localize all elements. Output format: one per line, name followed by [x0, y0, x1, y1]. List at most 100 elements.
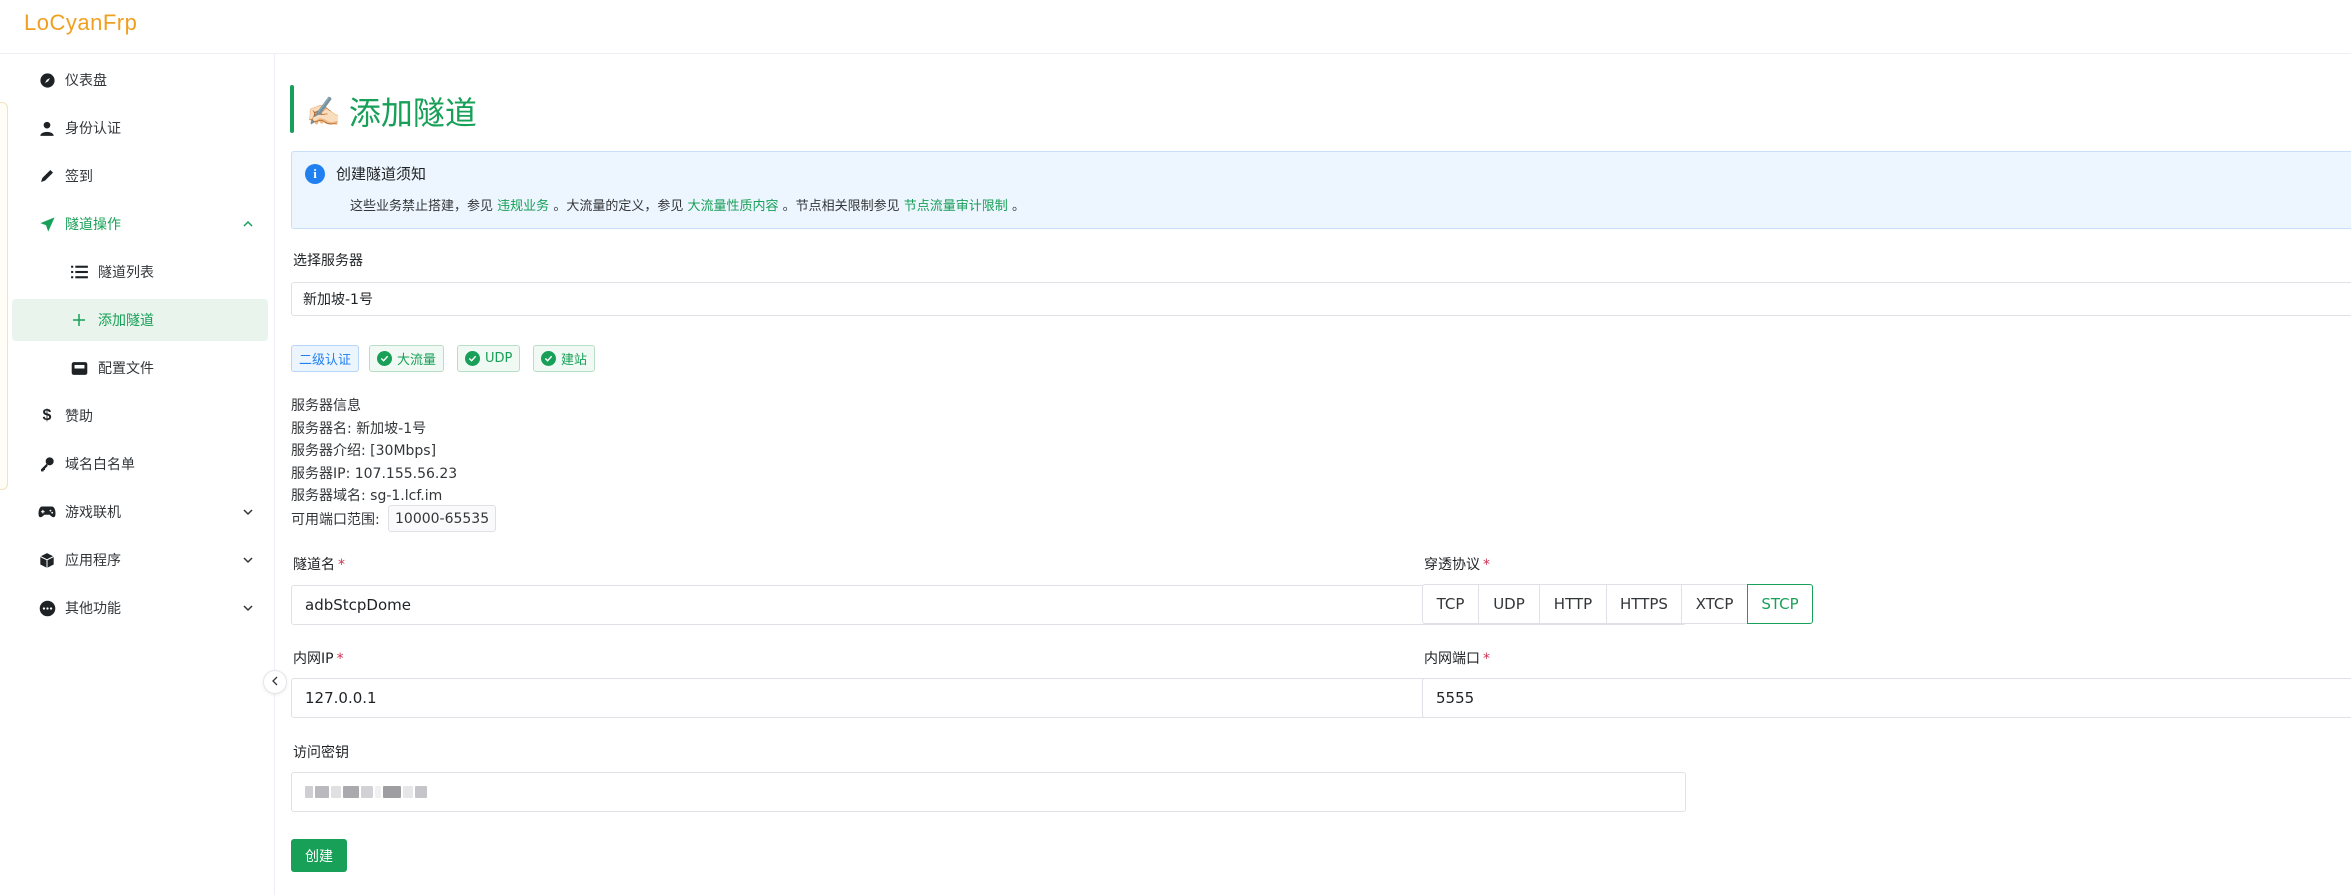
app-logo[interactable]: LoCyanFrp: [24, 10, 137, 36]
sidebar-item-dashboard[interactable]: 仪表盘: [12, 59, 268, 101]
pen-icon: [38, 167, 56, 185]
local-ip-value: 127.0.0.1: [305, 689, 377, 707]
plus-icon: [70, 311, 88, 329]
secret-input[interactable]: [291, 772, 1686, 812]
create-button[interactable]: 创建: [291, 839, 347, 872]
tag-high-traffic: 大流量: [369, 345, 445, 372]
sidebar-item-game[interactable]: 游戏联机: [12, 491, 268, 533]
notice-text: 。大流量的定义，参见: [553, 199, 684, 214]
page-title-accent: [290, 85, 294, 133]
chevron-down-icon: [242, 602, 254, 614]
check-circle-icon: [465, 351, 480, 366]
secret-label: 访问密钥: [293, 745, 349, 761]
sidebar-item-add-tunnel[interactable]: 添加隧道: [12, 299, 268, 341]
sidebar-item-apps[interactable]: 应用程序: [12, 539, 268, 581]
server-info-intro: 服务器介绍: [30Mbps]: [291, 443, 437, 459]
sidebar-item-other[interactable]: 其他功能: [12, 587, 268, 629]
notice-text: 这些业务禁止搭建，参见: [350, 199, 494, 214]
tag-label: UDP: [485, 351, 513, 366]
tag-label: 二级认证: [299, 353, 352, 368]
sidebar-item-label: 签到: [65, 169, 93, 185]
local-ip-label: 内网IP *: [293, 651, 344, 667]
gamepad-icon: [38, 503, 56, 521]
sidebar-item-domain-whitelist[interactable]: 域名白名单: [12, 443, 268, 485]
protocol-radio-group: TCP UDP HTTP HTTPS XTCP STCP: [1422, 584, 1813, 624]
server-info-ip: 服务器IP: 107.155.56.23: [291, 466, 458, 482]
page-title-text: 添加隧道: [348, 94, 477, 132]
chevron-down-icon: [242, 554, 254, 566]
check-circle-icon: [377, 351, 392, 366]
protocol-label: 穿透协议 *: [1424, 557, 1490, 573]
server-info-domain: 服务器域名: sg-1.lcf.im: [291, 488, 443, 504]
protocol-udp[interactable]: UDP: [1478, 584, 1540, 624]
info-icon: i: [305, 164, 325, 184]
page-title: ✍🏻 添加隧道: [306, 88, 477, 134]
server-info-port-label: 可用端口范围:: [291, 512, 380, 528]
check-circle-icon: [541, 351, 556, 366]
top-bar: LoCyanFrp: [0, 0, 2351, 54]
sidebar-item-label: 仪表盘: [65, 73, 107, 89]
notice-body: 这些业务禁止搭建，参见 违规业务 。大流量的定义，参见 大流量性质内容 。节点相…: [350, 195, 1025, 214]
notice-alert: i 创建隧道须知 这些业务禁止搭建，参见 违规业务 。大流量的定义，参见 大流量…: [291, 151, 2351, 229]
list-icon: [70, 263, 88, 281]
main-content: ✍🏻 添加隧道 i 创建隧道须知 这些业务禁止搭建，参见 违规业务 。大流量的定…: [276, 54, 2351, 895]
server-select[interactable]: 新加坡-1号: [291, 282, 2351, 316]
tag-udp: UDP: [457, 345, 521, 372]
tag-label: 建站: [561, 353, 588, 368]
sidebar-item-label: 隧道列表: [98, 265, 154, 281]
protocol-tcp[interactable]: TCP: [1422, 584, 1479, 624]
sidebar-item-label: 添加隧道: [98, 313, 154, 329]
protocol-xtcp[interactable]: XTCP: [1681, 584, 1748, 624]
sidebar-item-label: 配置文件: [98, 361, 154, 377]
dollar-icon: $: [42, 407, 52, 424]
server-info-heading: 服务器信息: [291, 398, 361, 414]
sidebar-item-label: 其他功能: [65, 601, 121, 617]
link-prohibited-services[interactable]: 违规业务: [497, 199, 549, 214]
sidebar-edge-strip: [0, 102, 8, 490]
sidebar-item-label: 隧道操作: [65, 217, 121, 233]
link-high-traffic[interactable]: 大流量性质内容: [687, 199, 778, 214]
chevron-up-icon: [242, 218, 254, 230]
notice-title: 创建隧道须知: [336, 165, 427, 183]
local-port-value: 5555: [1436, 689, 1475, 707]
sidebar-item-checkin[interactable]: 签到: [12, 155, 268, 197]
sidebar-item-tunnel-list[interactable]: 隧道列表: [12, 251, 268, 293]
port-range-chip: 10000-65535: [388, 505, 497, 532]
notice-text: 。: [1011, 199, 1025, 214]
local-port-input[interactable]: 5555: [1422, 678, 2351, 718]
sidebar-item-tunnel-ops[interactable]: 隧道操作: [12, 203, 268, 245]
tunnel-name-value: adbStcpDome: [305, 596, 411, 614]
tag-label: 大流量: [397, 353, 437, 368]
server-info-name: 服务器名: 新加坡-1号: [291, 421, 427, 437]
sidebar-item-label: 应用程序: [65, 553, 121, 569]
local-port-label: 内网端口 *: [1424, 651, 1490, 667]
key-icon: [38, 455, 56, 473]
sidebar: 仪表盘 身份认证 签到 隧道操作 隧道列表 添加隧道 配置文件 $ 赞助 域名白…: [0, 54, 275, 895]
sidebar-item-label: 赞助: [65, 409, 93, 425]
more-icon: [38, 599, 56, 617]
sidebar-item-identity[interactable]: 身份认证: [12, 107, 268, 149]
cube-icon: [38, 551, 56, 569]
tag-secondary-auth: 二级认证: [291, 345, 360, 372]
link-node-traffic-audit[interactable]: 节点流量审计限制: [904, 199, 1008, 214]
sidebar-item-label: 域名白名单: [65, 457, 135, 473]
required-mark: *: [1483, 557, 1490, 573]
protocol-https[interactable]: HTTPS: [1606, 584, 1682, 624]
secret-value-obscured: [305, 786, 427, 798]
sidebar-item-label: 身份认证: [65, 121, 121, 137]
protocol-stcp[interactable]: STCP: [1747, 584, 1813, 624]
sidebar-item-config-file[interactable]: 配置文件: [12, 347, 268, 389]
writing-hand-icon: ✍🏻: [306, 94, 341, 128]
file-box-icon: [70, 359, 88, 377]
required-mark: *: [336, 651, 344, 667]
chevron-down-icon: [242, 506, 254, 518]
notice-text: 。节点相关限制参见: [782, 199, 900, 214]
protocol-http[interactable]: HTTP: [1539, 584, 1607, 624]
server-select-value: 新加坡-1号: [303, 292, 373, 308]
sidebar-item-label: 游戏联机: [65, 505, 121, 521]
required-mark: *: [338, 557, 345, 573]
sidebar-item-sponsor[interactable]: $ 赞助: [12, 395, 268, 437]
tag-website: 建站: [533, 345, 596, 372]
user-icon: [38, 119, 56, 137]
tunnel-name-label: 隧道名 *: [293, 557, 345, 573]
